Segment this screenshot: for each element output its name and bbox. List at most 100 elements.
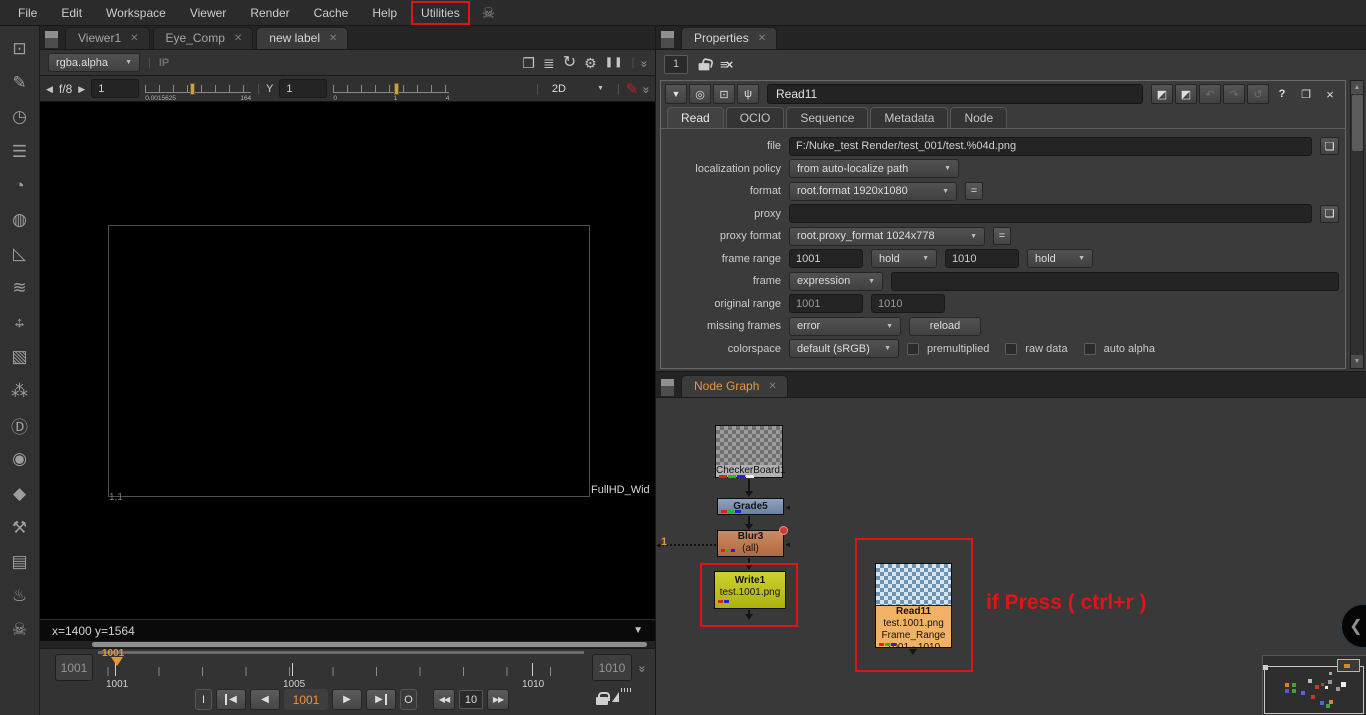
view-mode-dropdown[interactable]: 2D▼ xyxy=(545,79,611,98)
other-tool-button[interactable]: ⚒ xyxy=(3,511,37,545)
format-dropdown[interactable]: root.format 1920x1080▼ xyxy=(789,182,957,201)
viewer-horizontal-scrollbar[interactable] xyxy=(40,641,655,648)
pause-icon[interactable]: ❚❚ xyxy=(605,56,624,70)
node-checkerboard1[interactable]: CheckerBoard1 xyxy=(715,425,783,478)
close-icon[interactable]: ✕ xyxy=(329,33,337,44)
unlock-icon[interactable] xyxy=(699,58,710,70)
frame-mode-dropdown[interactable]: expression▼ xyxy=(789,272,883,291)
tab-new-label[interactable]: new label✕ xyxy=(256,27,348,49)
close-icon[interactable]: ✕ xyxy=(758,33,766,44)
pane-menu-icon[interactable] xyxy=(661,31,674,48)
node-blur3[interactable]: Blur3 (all) ◂ xyxy=(717,530,784,557)
menu-workspace[interactable]: Workspace xyxy=(94,1,178,25)
tab-node[interactable]: Node xyxy=(950,107,1007,128)
range-start-input[interactable]: 1001 xyxy=(55,654,93,681)
close-panel-icon[interactable]: × xyxy=(1319,84,1341,104)
node-write1[interactable]: Write1 test.1001.png xyxy=(714,571,786,609)
float-panel-icon[interactable]: ❐ xyxy=(1295,84,1317,104)
monitor-icon[interactable]: ⊡ xyxy=(713,84,735,104)
frame-expression-input[interactable] xyxy=(891,272,1339,291)
redo-icon[interactable]: ↷ xyxy=(1223,84,1245,104)
timeline-scroll-strip[interactable] xyxy=(98,651,584,654)
node-read11[interactable]: Read11 test.1001.png Frame_Range 1001 - … xyxy=(875,563,952,648)
raw-data-checkbox[interactable] xyxy=(1005,343,1017,355)
close-icon[interactable]: ✕ xyxy=(768,381,776,392)
timeline-chevron-icon[interactable]: » xyxy=(635,666,649,671)
toolsets-button[interactable]: ▤ xyxy=(3,545,37,579)
split-layout-icon[interactable]: ◩ xyxy=(1151,84,1173,104)
viewer-viewport[interactable]: 1,1 FullHD_Wid xyxy=(40,102,655,619)
wrench-icon[interactable]: ψ xyxy=(737,84,759,104)
collapse-triangle-icon[interactable]: ▼ xyxy=(665,84,687,104)
custom-tool-button[interactable]: ☠ xyxy=(3,613,37,647)
sync-icon[interactable]: ↻ xyxy=(563,56,576,70)
more-options-chevron-icon[interactable]: » xyxy=(640,86,654,91)
prev-keyframe-button[interactable]: ◀ xyxy=(216,689,246,710)
merge-tool-button[interactable]: ≋ xyxy=(3,271,37,305)
current-frame-input[interactable]: 1001 xyxy=(284,689,328,710)
close-icon[interactable]: ✕ xyxy=(130,33,138,44)
file-browse-button[interactable]: ❏ xyxy=(1320,137,1339,155)
range-end-input[interactable]: 1010 xyxy=(592,654,632,681)
metadata-tool-button[interactable]: ◆ xyxy=(3,476,37,510)
frame-range-start-mode-dropdown[interactable]: hold▼ xyxy=(871,249,937,268)
tab-ocio[interactable]: OCIO xyxy=(726,107,785,128)
frame-step-input[interactable]: 10 xyxy=(459,690,483,709)
step-forward-button[interactable]: ▶▶ xyxy=(487,689,509,710)
gain-increase-icon[interactable]: ▶ xyxy=(78,82,85,96)
play-backward-button[interactable]: ◀ xyxy=(250,689,280,710)
playhead-marker[interactable] xyxy=(111,657,123,672)
particles-tool-button[interactable]: ⁂ xyxy=(3,374,37,408)
node-graph-minimap[interactable] xyxy=(1262,655,1366,715)
color-tool-button[interactable]: ◔ xyxy=(3,169,37,203)
max-panels-input[interactable]: 1 xyxy=(664,55,688,74)
pane-menu-icon[interactable] xyxy=(661,379,674,396)
menu-edit[interactable]: Edit xyxy=(49,1,94,25)
help-button[interactable]: ? xyxy=(1271,84,1293,104)
keyer-tool-button[interactable]: ◺ xyxy=(3,237,37,271)
ip-toggle[interactable]: IP xyxy=(159,57,169,69)
menu-cache[interactable]: Cache xyxy=(302,1,361,25)
status-dropdown-icon[interactable]: ▼ xyxy=(633,625,643,636)
gain-input[interactable]: 1 xyxy=(91,79,139,98)
node-grade5[interactable]: Grade5 ◂ xyxy=(717,498,784,515)
image-tool-button[interactable]: ⊡ xyxy=(3,32,37,66)
minimap-view-rect[interactable] xyxy=(1264,666,1364,714)
scroll-up-icon[interactable]: ▲ xyxy=(1351,81,1363,94)
format-equals-button[interactable]: = xyxy=(965,182,983,200)
frame-range-start-input[interactable]: 1001 xyxy=(789,249,863,268)
set-in-button[interactable]: I xyxy=(195,689,212,710)
original-range-end[interactable]: 1010 xyxy=(871,294,945,313)
scrollbar-thumb[interactable] xyxy=(1352,95,1363,151)
draw-tool-button[interactable]: ✎ xyxy=(3,66,37,100)
3d-tool-button[interactable]: ▧ xyxy=(3,340,37,374)
proxy-format-dropdown[interactable]: root.proxy_format 1024x778▼ xyxy=(789,227,985,246)
views-tool-button[interactable]: ◉ xyxy=(3,442,37,476)
gain-slider[interactable]: 0.0015625164 xyxy=(145,82,251,96)
undo-icon[interactable]: ↶ xyxy=(1199,84,1221,104)
deep-tool-button[interactable]: Ⓓ xyxy=(3,408,37,442)
tab-read[interactable]: Read xyxy=(667,107,724,128)
gamma-input[interactable]: 1 xyxy=(279,79,327,98)
proxy-path-input[interactable] xyxy=(789,204,1312,223)
reload-button[interactable]: reload xyxy=(909,317,981,336)
menu-viewer[interactable]: Viewer xyxy=(178,1,238,25)
tab-metadata[interactable]: Metadata xyxy=(870,107,948,128)
time-tool-button[interactable]: ◷ xyxy=(3,100,37,134)
collapse-panel-button[interactable]: ❮ xyxy=(1340,603,1366,649)
revert-icon[interactable]: ↺ xyxy=(1247,84,1269,104)
menu-help[interactable]: Help xyxy=(360,1,409,25)
split-layout-icon[interactable]: ◩ xyxy=(1175,84,1197,104)
tab-properties[interactable]: Properties✕ xyxy=(681,27,777,49)
missing-frames-dropdown[interactable]: error▼ xyxy=(789,317,901,336)
node-color-icon[interactable]: ◎ xyxy=(689,84,711,104)
proxy-format-equals-button[interactable]: = xyxy=(993,227,1011,245)
next-keyframe-button[interactable]: ▶ xyxy=(366,689,396,710)
step-back-button[interactable]: ◀◀ xyxy=(433,689,455,710)
close-icon[interactable]: ✕ xyxy=(234,33,242,44)
frame-range-end-input[interactable]: 1010 xyxy=(945,249,1019,268)
skull-menu-icon[interactable]: ☠ xyxy=(482,4,495,22)
pane-menu-icon[interactable] xyxy=(45,31,58,48)
tab-eye-comp[interactable]: Eye_Comp✕ xyxy=(153,27,254,49)
close-all-panels-icon[interactable]: ≡× xyxy=(720,57,731,72)
